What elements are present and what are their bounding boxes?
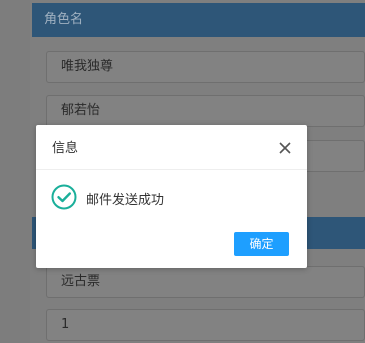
role-name-field-5[interactable]: 1 (46, 309, 365, 341)
field-value: 唯我独尊 (61, 59, 114, 74)
field-value: 远古票 (61, 274, 101, 289)
close-icon[interactable] (279, 139, 291, 154)
field-value: 郁若怡 (61, 103, 101, 118)
ok-button[interactable]: 确定 (234, 232, 289, 256)
field-value: 1 (61, 317, 70, 332)
left-strip (0, 0, 30, 343)
role-name-field-4[interactable]: 远古票 (46, 266, 365, 298)
dialog-title: 信息 (52, 141, 79, 156)
dialog-divider (36, 169, 307, 170)
success-check-icon (51, 184, 77, 210)
info-dialog: 信息 邮件发送成功 确定 (36, 125, 307, 268)
section-header: 角色名 (32, 3, 365, 37)
section-header-title: 角色名 (44, 12, 84, 27)
dialog-message: 邮件发送成功 (86, 193, 165, 208)
role-name-field-2[interactable]: 郁若怡 (46, 95, 365, 127)
role-name-field-1[interactable]: 唯我独尊 (46, 51, 365, 83)
